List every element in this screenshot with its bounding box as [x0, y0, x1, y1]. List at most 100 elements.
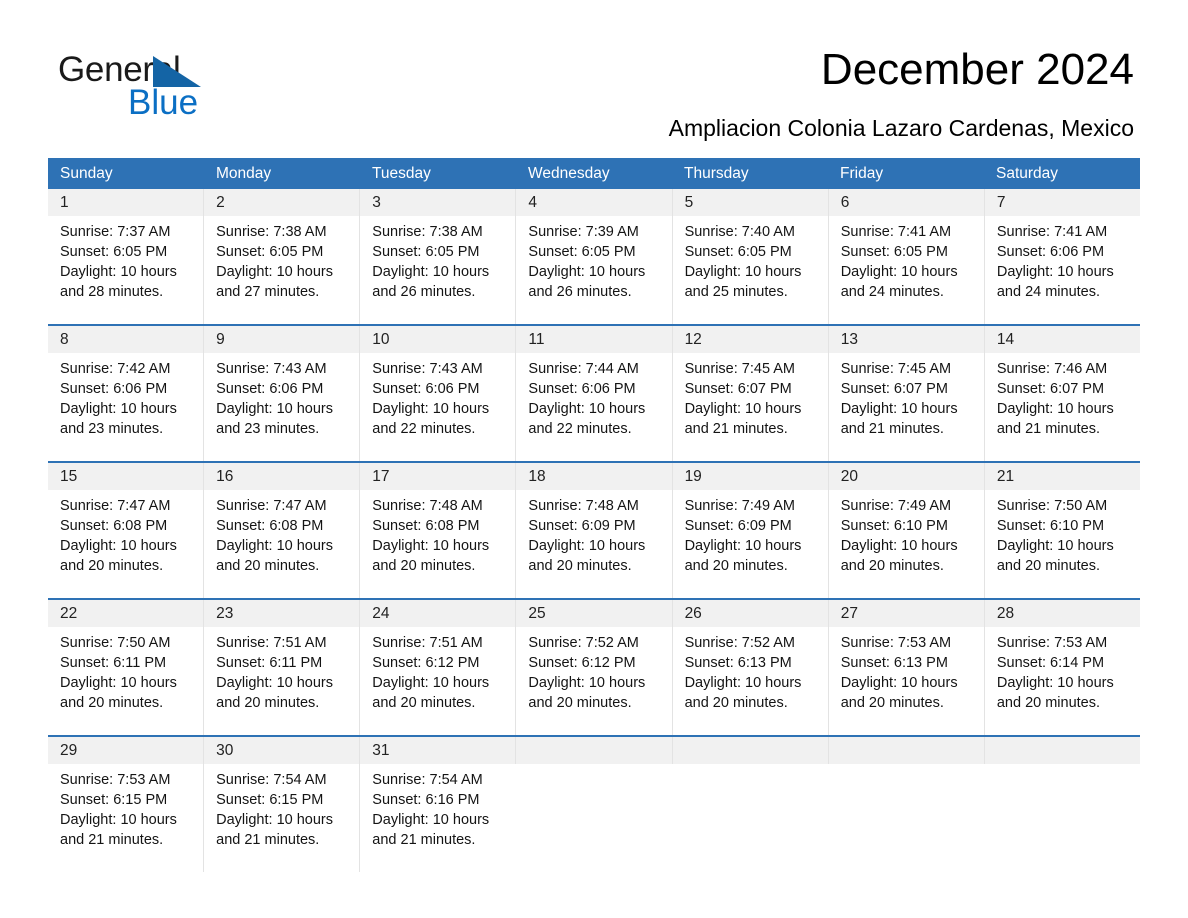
date-number[interactable]: 1 [48, 189, 203, 216]
day-sunrise-text: Sunrise: 7:41 AM [996, 224, 1108, 240]
day-cell[interactable]: Sunrise: 7:47 AM Sunset: 6:08 PM Daylight:… [203, 490, 359, 598]
date-number[interactable]: 25 [515, 600, 671, 627]
day-sunset-text: Sunset: 6:10 PM [840, 518, 948, 534]
date-number[interactable]: 20 [827, 463, 984, 490]
day-daylight-1-text: Daylight: 10 hours [684, 538, 802, 554]
day-sunrise-text: Sunrise: 7:38 AM [216, 224, 327, 240]
date-number[interactable]: 24 [359, 600, 515, 627]
calendar-weeks: 1 2 3 4 5 6 7 Sunrise: 7:37 AM Sunset: 6:05 PM Da… [48, 189, 1140, 872]
day-cell[interactable]: Sunrise: 7:40 AM Sunset: 6:05 PM Daylight:… [671, 216, 828, 324]
day-cell[interactable]: Sunrise: 7:54 AM Sunset: 6:15 PM Daylight:… [203, 764, 359, 872]
date-number[interactable]: 9 [203, 326, 359, 353]
day-sunrise-text: Sunrise: 7:54 AM [372, 772, 483, 788]
day-sunrise-text: Sunrise: 7:52 AM [528, 635, 639, 651]
date-number[interactable]: 3 [359, 189, 515, 216]
date-number[interactable]: 13 [827, 326, 984, 353]
day-daylight-1-text: Daylight: 10 hours [372, 538, 490, 554]
day-cell[interactable]: Sunrise: 7:50 AM Sunset: 6:10 PM Daylight:… [983, 490, 1140, 598]
day-daylight-2-text: and 23 minutes. [60, 421, 164, 437]
week-date-band: 29 30 31 [48, 737, 1140, 764]
day-cell[interactable]: Sunrise: 7:51 AM Sunset: 6:12 PM Daylight:… [359, 627, 515, 735]
day-cell[interactable]: Sunrise: 7:38 AM Sunset: 6:05 PM Daylight:… [203, 216, 359, 324]
date-number[interactable]: 21 [983, 463, 1140, 490]
day-cell[interactable]: Sunrise: 7:53 AM Sunset: 6:15 PM Daylight:… [48, 764, 203, 872]
day-cell[interactable]: Sunrise: 7:52 AM Sunset: 6:12 PM Daylight:… [515, 627, 671, 735]
day-sunrise-text: Sunrise: 7:47 AM [216, 498, 327, 514]
date-number-empty [827, 737, 984, 764]
date-number[interactable]: 15 [48, 463, 203, 490]
day-cell-empty [984, 764, 1140, 872]
day-cell[interactable]: Sunrise: 7:47 AM Sunset: 6:08 PM Daylight:… [48, 490, 203, 598]
day-sunrise-text: Sunrise: 7:53 AM [996, 635, 1108, 651]
date-number[interactable]: 22 [48, 600, 203, 627]
day-cell[interactable]: Sunrise: 7:44 AM Sunset: 6:06 PM Daylight:… [515, 353, 671, 461]
day-daylight-1-text: Daylight: 10 hours [996, 675, 1114, 691]
day-sunrise-text: Sunrise: 7:43 AM [372, 361, 483, 377]
day-daylight-2-text: and 23 minutes. [216, 421, 320, 437]
day-cell[interactable]: Sunrise: 7:38 AM Sunset: 6:05 PM Daylight:… [359, 216, 515, 324]
day-sunrise-text: Sunrise: 7:44 AM [528, 361, 639, 377]
day-daylight-2-text: and 20 minutes. [840, 558, 944, 574]
date-number[interactable]: 8 [48, 326, 203, 353]
date-number[interactable]: 29 [48, 737, 203, 764]
day-cell[interactable]: Sunrise: 7:53 AM Sunset: 6:13 PM Daylight:… [827, 627, 984, 735]
date-number[interactable]: 31 [359, 737, 515, 764]
day-cell[interactable]: Sunrise: 7:42 AM Sunset: 6:06 PM Daylight:… [48, 353, 203, 461]
day-cell[interactable]: Sunrise: 7:39 AM Sunset: 6:05 PM Daylight:… [515, 216, 671, 324]
date-number[interactable]: 17 [359, 463, 515, 490]
generalblue-logo: General Blue [58, 52, 278, 120]
day-sunrise-text: Sunrise: 7:49 AM [684, 498, 795, 514]
day-cell[interactable]: Sunrise: 7:49 AM Sunset: 6:10 PM Daylight:… [827, 490, 984, 598]
day-cell[interactable]: Sunrise: 7:46 AM Sunset: 6:07 PM Daylight:… [983, 353, 1140, 461]
day-cell[interactable]: Sunrise: 7:48 AM Sunset: 6:09 PM Daylight:… [515, 490, 671, 598]
date-number[interactable]: 4 [515, 189, 671, 216]
day-cell[interactable]: Sunrise: 7:45 AM Sunset: 6:07 PM Daylight:… [827, 353, 984, 461]
day-cell[interactable]: Sunrise: 7:41 AM Sunset: 6:05 PM Daylight:… [827, 216, 984, 324]
date-number[interactable]: 23 [203, 600, 359, 627]
date-number[interactable]: 28 [983, 600, 1140, 627]
week-date-band: 22 23 24 25 26 27 28 [48, 600, 1140, 627]
day-cell[interactable]: Sunrise: 7:41 AM Sunset: 6:06 PM Daylight:… [983, 216, 1140, 324]
date-number[interactable]: 18 [515, 463, 671, 490]
date-number[interactable]: 19 [671, 463, 828, 490]
day-cell[interactable]: Sunrise: 7:43 AM Sunset: 6:06 PM Daylight:… [359, 353, 515, 461]
day-daylight-2-text: and 25 minutes. [684, 284, 788, 300]
day-daylight-2-text: and 20 minutes. [60, 558, 164, 574]
day-cell[interactable]: Sunrise: 7:51 AM Sunset: 6:11 PM Daylight:… [203, 627, 359, 735]
date-number[interactable]: 7 [983, 189, 1140, 216]
day-daylight-1-text: Daylight: 10 hours [216, 675, 334, 691]
day-sunset-text: Sunset: 6:07 PM [684, 381, 792, 397]
date-number[interactable]: 26 [671, 600, 828, 627]
day-of-week-header-tuesday: Tuesday [372, 165, 431, 182]
date-number[interactable]: 16 [203, 463, 359, 490]
day-cell[interactable]: Sunrise: 7:50 AM Sunset: 6:11 PM Daylight:… [48, 627, 203, 735]
date-number[interactable]: 6 [827, 189, 984, 216]
day-cell[interactable]: Sunrise: 7:37 AM Sunset: 6:05 PM Daylight:… [48, 216, 203, 324]
date-number[interactable]: 2 [203, 189, 359, 216]
day-daylight-1-text: Daylight: 10 hours [528, 675, 646, 691]
day-cell[interactable]: Sunrise: 7:54 AM Sunset: 6:16 PM Daylight:… [359, 764, 515, 872]
day-cell[interactable]: Sunrise: 7:49 AM Sunset: 6:09 PM Daylight:… [671, 490, 828, 598]
date-number-empty [515, 737, 671, 764]
day-daylight-2-text: and 21 minutes. [372, 832, 476, 848]
day-cell[interactable]: Sunrise: 7:48 AM Sunset: 6:08 PM Daylight:… [359, 490, 515, 598]
day-cell[interactable]: Sunrise: 7:45 AM Sunset: 6:07 PM Daylight:… [671, 353, 828, 461]
day-sunset-text: Sunset: 6:15 PM [216, 792, 324, 808]
day-sunset-text: Sunset: 6:07 PM [840, 381, 948, 397]
day-sunrise-text: Sunrise: 7:38 AM [372, 224, 483, 240]
day-cell[interactable]: Sunrise: 7:52 AM Sunset: 6:13 PM Daylight:… [671, 627, 828, 735]
day-daylight-2-text: and 28 minutes. [60, 284, 164, 300]
day-daylight-2-text: and 21 minutes. [60, 832, 164, 848]
date-number[interactable]: 14 [983, 326, 1140, 353]
date-number[interactable]: 27 [827, 600, 984, 627]
date-number[interactable]: 5 [671, 189, 828, 216]
day-sunrise-text: Sunrise: 7:49 AM [840, 498, 952, 514]
date-number[interactable]: 12 [671, 326, 828, 353]
date-number[interactable]: 10 [359, 326, 515, 353]
day-sunset-text: Sunset: 6:05 PM [372, 244, 480, 260]
date-number[interactable]: 30 [203, 737, 359, 764]
day-cell[interactable]: Sunrise: 7:43 AM Sunset: 6:06 PM Daylight:… [203, 353, 359, 461]
date-number[interactable]: 11 [515, 326, 671, 353]
day-sunrise-text: Sunrise: 7:50 AM [996, 498, 1108, 514]
day-cell[interactable]: Sunrise: 7:53 AM Sunset: 6:14 PM Daylight:… [983, 627, 1140, 735]
